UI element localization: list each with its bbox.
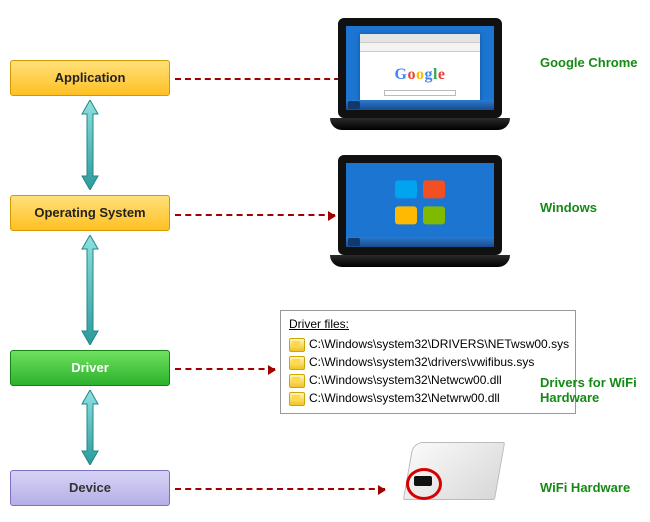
- example-label-application: Google Chrome: [540, 55, 638, 70]
- driver-file-row: C:\Windows\system32\Netwrw00.dll: [289, 389, 567, 407]
- google-logo: Google: [360, 52, 480, 84]
- dashed-arrow-os: [175, 214, 335, 216]
- arrow-app-to-os: [80, 100, 100, 190]
- file-icon: [289, 356, 305, 370]
- example-label-os: Windows: [540, 200, 597, 215]
- driver-files-title: Driver files:: [289, 317, 567, 331]
- driver-file-row: C:\Windows\system32\DRIVERS\NETwsw00.sys: [289, 335, 567, 353]
- windows-logo-icon: [395, 180, 445, 224]
- driver-file-row: C:\Windows\system32\Netwcw00.dll: [289, 371, 567, 389]
- dashed-arrow-device: [175, 488, 385, 490]
- arrow-driver-to-device: [80, 390, 100, 465]
- example-laptop-chrome: Google: [330, 18, 510, 130]
- layer-application: Application: [10, 60, 170, 96]
- chrome-window: Google: [360, 34, 480, 104]
- driver-files-panel: Driver files: C:\Windows\system32\DRIVER…: [280, 310, 576, 414]
- example-wifi-hardware: [380, 440, 500, 500]
- layer-driver: Driver: [10, 350, 170, 386]
- arrow-os-to-driver: [80, 235, 100, 345]
- system-layers-diagram: Application Operating System Driver Devi…: [0, 0, 650, 522]
- driver-file-row: C:\Windows\system32\drivers\vwifibus.sys: [289, 353, 567, 371]
- layer-device: Device: [10, 470, 170, 506]
- example-label-device: WiFi Hardware: [540, 480, 630, 495]
- file-icon: [289, 338, 305, 352]
- layer-operating-system: Operating System: [10, 195, 170, 231]
- highlight-circle-icon: [406, 468, 442, 500]
- dashed-arrow-driver: [175, 368, 275, 370]
- example-label-driver: Drivers for WiFi Hardware: [540, 375, 640, 405]
- file-icon: [289, 392, 305, 406]
- example-laptop-windows: [330, 155, 510, 267]
- file-icon: [289, 374, 305, 388]
